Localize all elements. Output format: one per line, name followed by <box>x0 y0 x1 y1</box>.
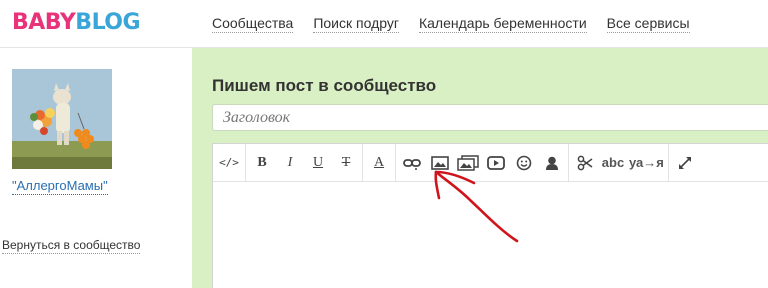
main-nav: Сообщества Поиск подруг Календарь береме… <box>212 15 690 33</box>
expand-icon <box>678 156 691 169</box>
link-icon <box>403 158 421 170</box>
post-body-editor[interactable]: </> B I U T A abc уа→я <box>212 143 768 288</box>
nav-pregnancy-calendar[interactable]: Календарь беременности <box>418 15 587 33</box>
nav-find-friends[interactable]: Поиск подруг <box>313 15 399 33</box>
post-editor-panel: Пишем пост в сообщество Заголовок </> B … <box>192 48 768 288</box>
insert-smiley-button[interactable] <box>512 148 536 178</box>
editor-toolbar: </> B I U T A abc уа→я <box>213 143 768 182</box>
insert-user-button[interactable] <box>540 148 564 178</box>
user-icon <box>546 156 558 170</box>
scissors-icon <box>577 155 593 170</box>
insert-image-button[interactable] <box>428 148 452 178</box>
community-avatar[interactable] <box>12 69 112 169</box>
toolbar-group-tools: abc уа→я <box>569 143 669 182</box>
spellcheck-button[interactable]: abc <box>601 148 625 178</box>
community-avatar-image <box>12 69 112 169</box>
header: BABYBLOG Сообщества Поиск подруг Календа… <box>0 0 768 48</box>
italic-button[interactable]: I <box>278 148 302 178</box>
fullscreen-button[interactable] <box>673 148 697 178</box>
nav-communities[interactable]: Сообщества <box>212 15 294 33</box>
logo-baby: BABY <box>12 10 76 35</box>
babyblog-logo[interactable]: BABYBLOG <box>12 10 141 36</box>
bold-button[interactable]: B <box>250 148 274 178</box>
page-title: Пишем пост в сообщество <box>212 76 437 95</box>
cut-button[interactable] <box>573 148 597 178</box>
sidebar: "АллергоМамы" Вернуться в сообщество <box>0 48 192 288</box>
text-color-button[interactable]: A <box>367 148 391 178</box>
community-name-link[interactable]: "АллергоМамы" <box>12 178 108 195</box>
toolbar-group-insert <box>396 143 569 182</box>
html-source-button[interactable]: </> <box>217 148 241 178</box>
page: BABYBLOG Сообщества Поиск подруг Календа… <box>0 0 768 288</box>
toolbar-group-source: </> <box>213 143 246 182</box>
logo-blog: BLOG <box>75 10 141 35</box>
strikethrough-button[interactable]: T <box>334 148 358 178</box>
insert-gallery-button[interactable] <box>456 148 480 178</box>
toolbar-group-format: B I U T <box>246 143 363 182</box>
insert-link-button[interactable] <box>400 148 424 178</box>
nav-all-services[interactable]: Все сервисы <box>606 15 690 33</box>
back-to-community-link[interactable]: Вернуться в сообщество <box>2 238 141 254</box>
smiley-icon <box>516 155 532 170</box>
insert-video-button[interactable] <box>484 148 508 178</box>
image-icon <box>431 155 449 170</box>
toolbar-group-view <box>669 144 701 182</box>
gallery-icon <box>457 154 479 171</box>
video-icon <box>487 155 505 170</box>
underline-button[interactable]: U <box>306 148 330 178</box>
post-title-input[interactable]: Заголовок <box>212 104 768 131</box>
toolbar-group-color: A <box>363 143 396 182</box>
transliterate-button[interactable]: уа→я <box>629 148 664 178</box>
